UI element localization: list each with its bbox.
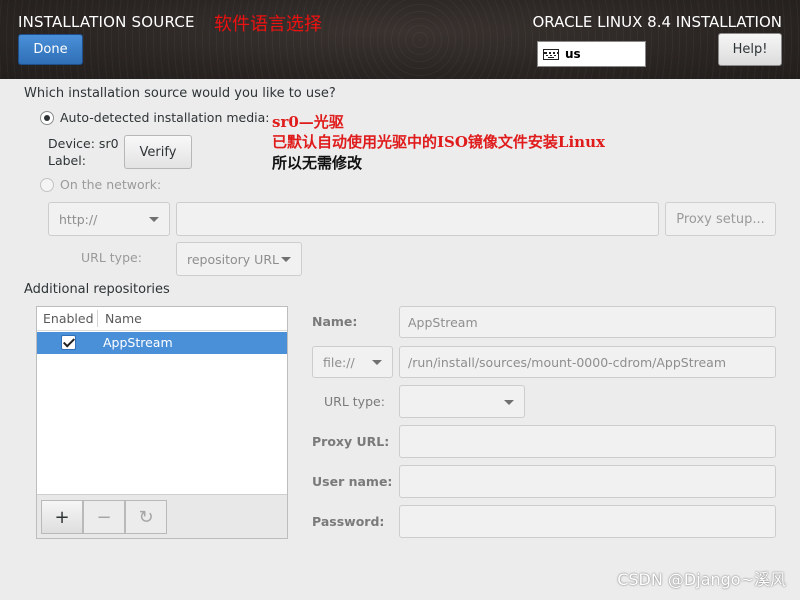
repo-toolbar: + − ↻ (37, 494, 287, 538)
repo-name-label: Name: (312, 314, 358, 329)
chevron-down-icon (372, 360, 382, 365)
chevron-down-icon (149, 217, 159, 222)
proxy-setup-button[interactable]: Proxy setup... (665, 202, 776, 236)
verify-button[interactable]: Verify (124, 135, 192, 169)
product-title: ORACLE LINUX 8.4 INSTALLATION (532, 13, 782, 31)
add-repo-button[interactable]: + (41, 500, 83, 534)
url-type-value: repository URL (187, 251, 279, 267)
url-type-label: URL type: (81, 250, 142, 265)
auto-detected-label[interactable]: Auto-detected installation media: (60, 110, 270, 125)
repo-path-input[interactable]: /run/install/sources/mount-0000-cdrom/Ap… (399, 346, 776, 378)
repo-name: AppStream (103, 335, 173, 350)
url-type-select[interactable]: repository URL (176, 242, 302, 276)
keyboard-layout-label: us (565, 47, 581, 61)
device-label: Device: sr0 (48, 136, 119, 151)
annotation-line-3: 所以无需修改 (272, 154, 363, 172)
annotation-line-2: 已默认自动使用光驱中的ISO镜像文件安装Linux (272, 133, 605, 151)
proxy-url-input[interactable] (399, 425, 776, 458)
on-network-label[interactable]: On the network: (60, 177, 161, 192)
repo-enabled-checkbox[interactable] (61, 335, 76, 350)
column-name[interactable]: Name (105, 311, 142, 326)
header-bar: INSTALLATION SOURCE 软件语言选择 Done ORACLE L… (0, 0, 800, 79)
network-protocol-select[interactable]: http:// (48, 202, 170, 236)
annotation-line-1: sr0—光驱 (272, 113, 344, 131)
proxy-url-label: Proxy URL: (312, 434, 390, 449)
repos-heading: Additional repositories (24, 282, 170, 297)
header-annotation: 软件语言选择 (214, 14, 322, 35)
repo-list: Enabled Name AppStream + − ↻ (36, 306, 288, 539)
done-button[interactable]: Done (18, 34, 83, 65)
keyboard-layout-indicator[interactable]: us (537, 41, 646, 67)
password-input[interactable] (399, 505, 776, 538)
source-question: Which installation source would you like… (24, 86, 336, 101)
network-url-input[interactable] (176, 202, 659, 236)
password-label: Password: (312, 514, 385, 529)
help-button[interactable]: Help! (718, 33, 782, 66)
list-item[interactable]: AppStream (37, 332, 287, 354)
page-title: INSTALLATION SOURCE (18, 13, 195, 31)
watermark: CSDN @Django~溪风 (617, 570, 786, 589)
repo-list-header: Enabled Name (37, 307, 287, 331)
refresh-icon: ↻ (138, 506, 154, 528)
keyboard-icon (543, 48, 559, 60)
repo-name-input[interactable]: AppStream (399, 306, 776, 338)
remove-repo-button[interactable]: − (83, 500, 125, 534)
user-name-label: User name: (312, 474, 393, 489)
chevron-down-icon (281, 257, 291, 262)
chevron-down-icon (504, 399, 514, 405)
repo-url-type-select[interactable] (399, 385, 525, 418)
repo-protocol-value: file:// (323, 354, 355, 370)
column-enabled[interactable]: Enabled (43, 311, 94, 326)
repo-url-type-label: URL type: (324, 394, 385, 409)
repo-protocol-select[interactable]: file:// (312, 346, 393, 378)
user-name-input[interactable] (399, 465, 776, 498)
on-network-radio[interactable] (40, 178, 54, 192)
column-divider (97, 310, 98, 327)
refresh-repo-button[interactable]: ↻ (125, 500, 167, 534)
network-protocol-value: http:// (59, 211, 98, 227)
auto-detected-radio[interactable] (40, 111, 54, 125)
media-label-label: Label: (48, 153, 86, 168)
